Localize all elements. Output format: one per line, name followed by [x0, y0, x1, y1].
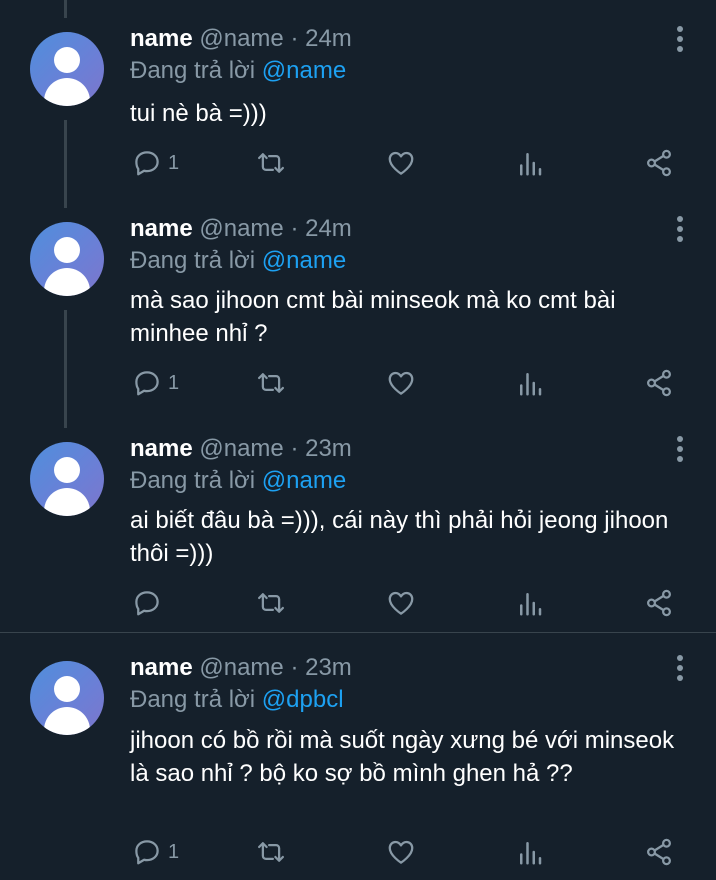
- like-icon: [388, 371, 414, 395]
- reply-button[interactable]: 1: [132, 835, 179, 869]
- analytics-button[interactable]: [515, 146, 545, 180]
- reply-prefix: Đang trả lời: [130, 247, 256, 274]
- like-icon: [388, 151, 414, 175]
- avatar[interactable]: [30, 32, 104, 106]
- more-icon[interactable]: [670, 24, 690, 54]
- user-handle: @name: [199, 435, 284, 462]
- share-button[interactable]: [644, 146, 674, 180]
- analytics-icon: [520, 153, 542, 176]
- retweet-button[interactable]: [256, 146, 286, 180]
- reply-prefix: Đang trả lời: [130, 57, 256, 84]
- retweet-icon: [258, 153, 284, 173]
- analytics-icon: [520, 593, 542, 616]
- display-name[interactable]: name: [130, 654, 193, 681]
- tweet-header: name @name · 23m: [130, 653, 352, 683]
- tweet-time: · 23m: [290, 654, 352, 681]
- retweet-button[interactable]: [256, 835, 286, 869]
- tweet[interactable]: name @name · 23m Đang trả lời @name ai b…: [0, 410, 716, 632]
- reply-icon: [135, 840, 159, 865]
- share-button[interactable]: [644, 586, 674, 620]
- tweet-time: · 23m: [290, 435, 352, 462]
- tweet-actions: 1: [0, 146, 716, 180]
- share-icon: [646, 589, 672, 617]
- share-icon: [646, 838, 672, 866]
- replying-to: Đang trả lời @dpbcl: [130, 685, 344, 715]
- analytics-icon: [520, 373, 542, 396]
- reply-mention-link[interactable]: @name: [262, 247, 346, 274]
- reply-button[interactable]: 1: [132, 146, 179, 180]
- analytics-button[interactable]: [515, 835, 545, 869]
- replying-to: Đang trả lời @name: [130, 246, 346, 276]
- retweet-icon: [258, 842, 284, 862]
- avatar[interactable]: [30, 661, 104, 735]
- reply-mention-link[interactable]: @name: [262, 467, 346, 494]
- reply-icon: [135, 371, 159, 396]
- tweet[interactable]: name @name · 24m Đang trả lời @name tui …: [0, 0, 716, 200]
- retweet-button[interactable]: [256, 586, 286, 620]
- tweet-text: jihoon có bồ rồi mà suốt ngày xưng bé vớ…: [130, 727, 675, 787]
- reply-count: 1: [168, 371, 180, 394]
- display-name[interactable]: name: [130, 435, 193, 462]
- analytics-button[interactable]: [515, 586, 545, 620]
- like-icon: [388, 840, 414, 864]
- replying-to: Đang trả lời @name: [130, 56, 346, 86]
- user-handle: @name: [199, 654, 284, 681]
- reply-button[interactable]: [132, 586, 168, 620]
- like-button[interactable]: [386, 146, 416, 180]
- avatar[interactable]: [30, 222, 104, 296]
- tweet-text: mà sao jihoon cmt bài minseok mà ko cmt …: [130, 287, 616, 347]
- user-handle: @name: [199, 215, 284, 242]
- reply-prefix: Đang trả lời: [130, 467, 256, 494]
- tweet-text: tui nè bà =))): [130, 100, 267, 127]
- tweet-header: name @name · 23m: [130, 434, 352, 464]
- user-handle: @name: [199, 25, 284, 52]
- share-icon: [646, 369, 672, 397]
- reply-icon: [135, 591, 159, 616]
- reply-count: 1: [168, 840, 180, 863]
- tweet-time: · 24m: [290, 215, 352, 242]
- display-name[interactable]: name: [130, 25, 193, 52]
- retweet-icon: [258, 373, 284, 393]
- analytics-icon: [520, 842, 542, 865]
- more-icon[interactable]: [670, 434, 690, 464]
- avatar[interactable]: [30, 442, 104, 516]
- reply-prefix: Đang trả lời: [130, 686, 256, 713]
- like-button[interactable]: [386, 586, 416, 620]
- reply-mention-link[interactable]: @name: [262, 57, 346, 84]
- tweet-header: name @name · 24m: [130, 214, 352, 244]
- tweet-text: ai biết đâu bà =))), cái này thì phải hỏ…: [130, 507, 669, 567]
- retweet-button[interactable]: [256, 366, 286, 400]
- tweet[interactable]: name @name · 24m Đang trả lời @name mà s…: [0, 190, 716, 420]
- display-name[interactable]: name: [130, 215, 193, 242]
- tweet[interactable]: name @name · 23m Đang trả lời @dpbcl jih…: [0, 629, 716, 880]
- like-icon: [388, 591, 414, 615]
- tweet-header: name @name · 24m: [130, 24, 352, 54]
- analytics-button[interactable]: [515, 366, 545, 400]
- reply-button[interactable]: 1: [132, 366, 179, 400]
- like-button[interactable]: [386, 835, 416, 869]
- retweet-icon: [258, 593, 284, 613]
- share-button[interactable]: [644, 835, 674, 869]
- more-icon[interactable]: [670, 653, 690, 683]
- reply-icon: [135, 151, 159, 176]
- tweet-actions: 1: [0, 835, 716, 869]
- more-icon[interactable]: [670, 214, 690, 244]
- replying-to: Đang trả lời @name: [130, 466, 346, 496]
- tweet-actions: 1: [0, 366, 716, 400]
- reply-mention-link[interactable]: @dpbcl: [262, 686, 344, 713]
- like-button[interactable]: [386, 366, 416, 400]
- share-icon: [646, 149, 672, 177]
- reply-count: 1: [168, 151, 180, 174]
- share-button[interactable]: [644, 366, 674, 400]
- tweet-time: · 24m: [290, 25, 352, 52]
- tweet-actions: [0, 586, 716, 620]
